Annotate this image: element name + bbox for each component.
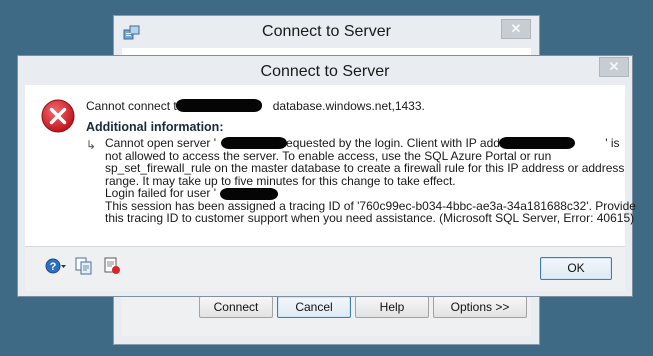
options-button[interactable]: Options >> xyxy=(433,296,527,318)
ok-button[interactable]: OK xyxy=(540,257,612,280)
copy-icon[interactable] xyxy=(75,257,93,275)
show-details-icon[interactable] xyxy=(103,257,121,275)
detail-arrow-icon: ↳ xyxy=(86,138,97,152)
close-icon: ✕ xyxy=(608,59,620,74)
error-details: Cannot open server ' requested by the log… xyxy=(105,137,636,225)
error-message-suffix: database.windows.net,1433. xyxy=(272,99,425,113)
detail-line: sp_set_firewall_rule on the master datab… xyxy=(105,161,625,175)
cancel-button[interactable]: Cancel xyxy=(277,296,351,318)
error-dialog-content: Cannot connect to database.windows.net,1… xyxy=(25,85,636,246)
redacted-server xyxy=(221,137,287,149)
background-window-title: Connect to Server xyxy=(262,23,391,40)
detail-line: Login failed for user ' xyxy=(105,186,217,200)
detail-line: this tracing ID to customer support when… xyxy=(105,211,635,225)
redacted-server-name xyxy=(176,99,262,112)
svg-text:?: ? xyxy=(50,261,57,273)
error-dialog: Connect to Server ✕ Cannot connect to da… xyxy=(17,55,636,297)
error-icon xyxy=(41,99,75,133)
background-window-close-button[interactable]: ✕ xyxy=(501,19,531,39)
error-dialog-title-bar[interactable]: Connect to Server ✕ xyxy=(18,56,632,86)
connect-button[interactable]: Connect xyxy=(199,296,273,318)
error-message-prefix: Cannot connect to xyxy=(86,99,187,113)
help-icon[interactable]: ? xyxy=(45,258,67,274)
error-dialog-title: Connect to Server xyxy=(260,63,390,80)
redacted-ip-address xyxy=(499,137,575,149)
close-icon: ✕ xyxy=(510,21,522,36)
background-window-title-bar[interactable]: Connect to Server ✕ xyxy=(114,16,539,46)
help-button[interactable]: Help xyxy=(355,296,429,318)
error-dialog-close-button[interactable]: ✕ xyxy=(599,57,629,77)
redacted-login xyxy=(220,188,278,200)
error-dialog-footer: ? OK xyxy=(25,246,625,291)
additional-info-heading: Additional information: xyxy=(86,120,224,134)
